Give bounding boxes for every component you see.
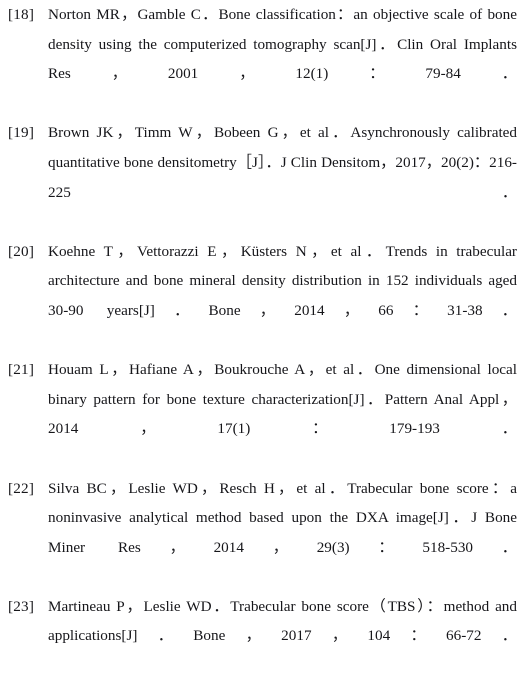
reference-label: [22] xyxy=(8,479,35,497)
reference-label: [21] xyxy=(8,361,35,379)
reference-entry: [23] Martineau P，Leslie WD．Trabecular bo… xyxy=(0,592,525,681)
reference-entry: [19] Brown JK，Timm W，Bobeen G，et al．Asyn… xyxy=(0,118,525,236)
reference-entry: [21] Houam L，Hafiane A，Boukrouche A，et a… xyxy=(0,355,525,473)
reference-text: Brown JK，Timm W，Bobeen G，et al．Asynchron… xyxy=(48,124,517,201)
reference-label: [18] xyxy=(8,6,35,23)
reference-text: Silva BC，Leslie WD，Resch H，et al．Trabecu… xyxy=(48,479,517,556)
reference-entry: [20] Koehne T，Vettorazzi E，Küsters N，et … xyxy=(0,237,525,355)
reference-text: Houam L，Hafiane A，Boukrouche A，et al．One… xyxy=(48,361,517,438)
reference-label: [23] xyxy=(8,597,35,615)
reference-text: Martineau P，Leslie WD．Trabecular bone sc… xyxy=(48,597,517,645)
reference-text: Koehne T，Vettorazzi E，Küsters N，et al．Tr… xyxy=(48,242,517,319)
reference-label: [20] xyxy=(8,242,35,260)
reference-label: [19] xyxy=(8,124,35,142)
reference-text: Norton MR，Gamble C．Bone classification：a… xyxy=(48,6,517,83)
reference-entry: [22] Silva BC，Leslie WD，Resch H，et al．Tr… xyxy=(0,474,525,592)
reference-list: [18] Norton MR，Gamble C．Bone classificat… xyxy=(0,0,525,681)
reference-entry: [18] Norton MR，Gamble C．Bone classificat… xyxy=(0,0,525,118)
